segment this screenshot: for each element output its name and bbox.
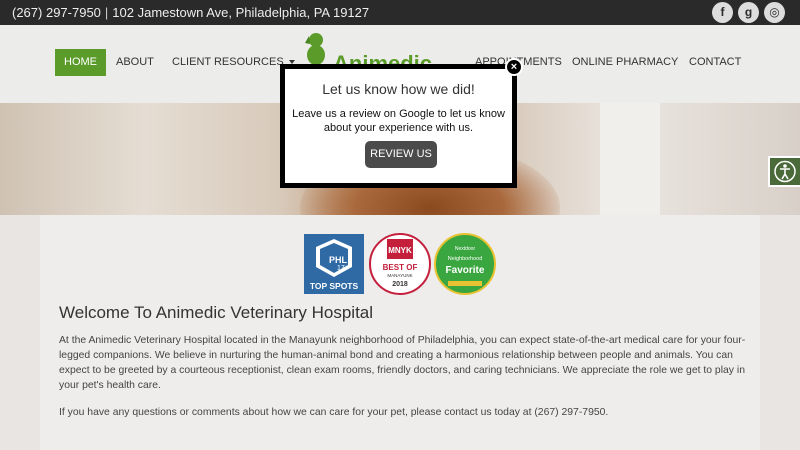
phl17-badge-number: 17	[337, 265, 345, 272]
hero-door	[600, 103, 660, 215]
dog-logo-icon	[305, 33, 325, 65]
manayunk-badge-sub: MANAYUNK	[387, 273, 412, 278]
contact-info: (267) 297-7950 | 102 Jamestown Ave, Philad…	[12, 5, 369, 20]
nav-contact[interactable]: CONTACT	[689, 49, 741, 76]
nav-home[interactable]: HOME	[55, 49, 106, 76]
manayunk-badge-best-of: BEST OF	[383, 263, 418, 272]
google-icon[interactable]: g	[738, 2, 759, 23]
modal-message: Leave us a review on Google to let us kn…	[292, 108, 505, 134]
best-of-manayunk-badge: MNYK BEST OF MANAYUNK 2018	[369, 233, 431, 295]
phl17-badge-bottom: TOP SPOTS	[310, 281, 359, 291]
nextdoor-badge-top: Nextdoor	[455, 246, 476, 252]
top-contact-bar: (267) 297-7950 | 102 Jamestown Ave, Philad…	[0, 0, 800, 25]
phone-number[interactable]: (267) 297-7950	[12, 5, 101, 20]
nextdoor-badge-favorite: Favorite	[446, 265, 485, 276]
facebook-icon[interactable]: f	[712, 2, 733, 23]
welcome-section: PHL 17 TOP SPOTS MNYK BEST OF MANAYUNK 2…	[40, 215, 760, 450]
instagram-icon[interactable]: ◎	[764, 2, 785, 23]
nav-client-resources-label: CLIENT RESOURCES	[172, 56, 284, 68]
contact-paragraph: If you have any questions or comments ab…	[59, 407, 609, 418]
review-modal: Let us know how we did! Leave us a revie…	[280, 64, 517, 188]
manayunk-badge-year: 2018	[392, 281, 408, 288]
contact-separator: |	[104, 5, 109, 20]
review-us-button[interactable]: REVIEW US	[365, 141, 437, 168]
phl17-badge-top: PHL	[329, 255, 348, 265]
page-title: Welcome To Animedic Veterinary Hospital	[59, 303, 374, 322]
modal-title: Let us know how we did!	[322, 81, 475, 97]
accessibility-icon	[774, 160, 796, 183]
address: 102 Jamestown Ave, Philadelphia, PA 1912…	[112, 5, 370, 20]
close-icon[interactable]: ×	[505, 58, 523, 76]
accessibility-button[interactable]	[768, 156, 800, 187]
nextdoor-badge-mid: Neighborhood	[448, 256, 483, 262]
intro-paragraph: At the Animedic Veterinary Hospital loca…	[59, 335, 746, 391]
manayunk-badge-top: MNYK	[388, 246, 412, 255]
nav-about[interactable]: ABOUT	[116, 49, 154, 76]
nav-client-resources[interactable]: CLIENT RESOURCES	[172, 49, 295, 76]
nav-online-pharmacy[interactable]: ONLINE PHARMACY	[572, 49, 678, 76]
phl17-top-spots-badge: PHL 17 TOP SPOTS	[304, 234, 364, 294]
nextdoor-favorite-badge: Nextdoor Neighborhood Favorite	[434, 233, 496, 295]
